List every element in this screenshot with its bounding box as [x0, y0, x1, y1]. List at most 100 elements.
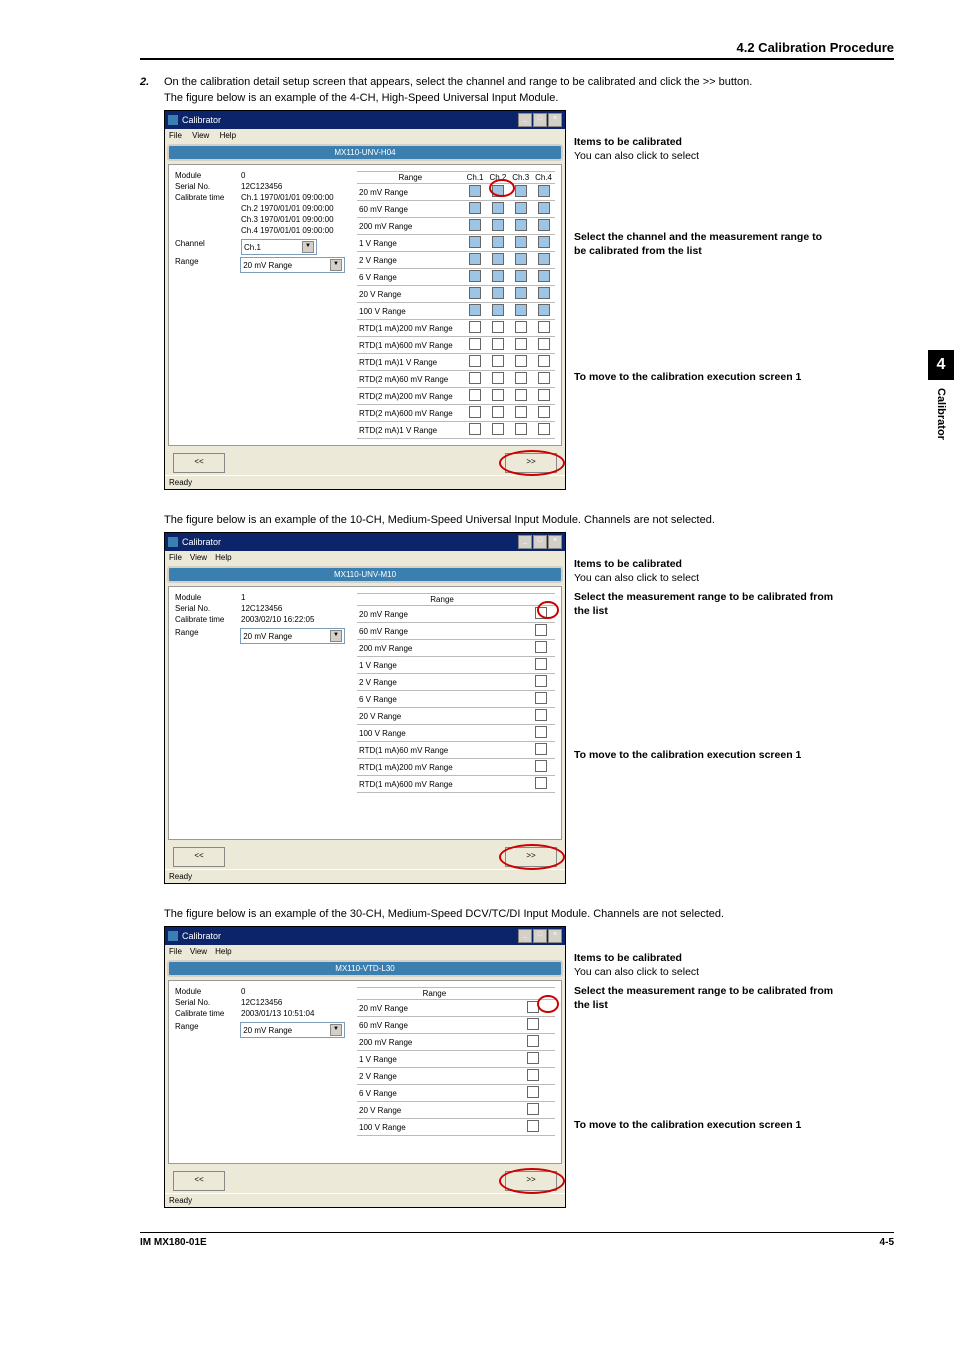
prev-button[interactable]: <<	[173, 453, 225, 473]
range-checkbox[interactable]	[515, 202, 527, 214]
range-checkbox[interactable]	[469, 321, 481, 333]
range-row[interactable]: 20 V Range	[357, 708, 555, 725]
prev-button[interactable]: <<	[173, 847, 225, 867]
range-checkbox[interactable]	[469, 355, 481, 367]
range-row[interactable]: 200 mV Range	[357, 640, 555, 657]
range-checkbox[interactable]	[469, 287, 481, 299]
close-button[interactable]: ×	[548, 113, 562, 127]
range-row[interactable]: 2 V Range	[357, 1068, 555, 1085]
range-row[interactable]: 100 V Range	[357, 1119, 555, 1136]
range-checkbox[interactable]	[535, 658, 547, 670]
range-checkbox[interactable]	[515, 372, 527, 384]
range-checkbox[interactable]	[527, 1120, 539, 1132]
menu-help[interactable]: Help	[220, 131, 236, 140]
range-row[interactable]: 60 mV Range	[357, 623, 555, 640]
range-checkbox[interactable]	[515, 338, 527, 350]
range-row[interactable]: RTD(1 mA)1 V Range	[357, 354, 555, 371]
range-dropdown[interactable]: 20 mV Range▼	[240, 257, 345, 273]
range-checkbox[interactable]	[515, 406, 527, 418]
next-button[interactable]: >>	[505, 1171, 557, 1191]
range-row[interactable]: 6 V Range	[357, 691, 555, 708]
range-checkbox[interactable]	[515, 321, 527, 333]
maximize-button[interactable]: □	[533, 113, 547, 127]
range-checkbox[interactable]	[535, 607, 547, 619]
range-row[interactable]: 20 mV Range	[357, 184, 555, 201]
range-checkbox[interactable]	[492, 321, 504, 333]
range-checkbox[interactable]	[527, 1001, 539, 1013]
range-row[interactable]: 6 V Range	[357, 1085, 555, 1102]
range-checkbox[interactable]	[492, 236, 504, 248]
range-checkbox[interactable]	[535, 760, 547, 772]
range-checkbox[interactable]	[492, 423, 504, 435]
range-row[interactable]: 2 V Range	[357, 674, 555, 691]
range-checkbox[interactable]	[469, 389, 481, 401]
maximize-button[interactable]: □	[533, 535, 547, 549]
range-checkbox[interactable]	[492, 304, 504, 316]
range-row[interactable]: 2 V Range	[357, 252, 555, 269]
range-row[interactable]: 20 mV Range	[357, 606, 555, 623]
range-checkbox[interactable]	[469, 406, 481, 418]
range-row[interactable]: 20 V Range	[357, 286, 555, 303]
close-button[interactable]: ×	[548, 929, 562, 943]
range-row[interactable]: RTD(2 mA)600 mV Range	[357, 405, 555, 422]
range-checkbox[interactable]	[538, 236, 550, 248]
range-checkbox[interactable]	[527, 1018, 539, 1030]
range-checkbox[interactable]	[535, 777, 547, 789]
range-checkbox[interactable]	[469, 338, 481, 350]
range-checkbox[interactable]	[469, 270, 481, 282]
range-row[interactable]: RTD(1 mA)600 mV Range	[357, 776, 555, 793]
range-checkbox[interactable]	[538, 321, 550, 333]
range-checkbox[interactable]	[538, 355, 550, 367]
range-row[interactable]: RTD(1 mA)600 mV Range	[357, 337, 555, 354]
range-checkbox[interactable]	[492, 185, 504, 197]
maximize-button[interactable]: □	[533, 929, 547, 943]
channel-dropdown[interactable]: Ch.1▼	[241, 239, 317, 255]
range-row[interactable]: RTD(2 mA)1 V Range	[357, 422, 555, 439]
range-row[interactable]: 60 mV Range	[357, 1017, 555, 1034]
range-checkbox[interactable]	[469, 185, 481, 197]
range-row[interactable]: RTD(1 mA)200 mV Range	[357, 759, 555, 776]
range-checkbox[interactable]	[538, 372, 550, 384]
range-row[interactable]: 20 V Range	[357, 1102, 555, 1119]
range-checkbox[interactable]	[515, 270, 527, 282]
range-checkbox[interactable]	[538, 270, 550, 282]
range-checkbox[interactable]	[527, 1086, 539, 1098]
range-checkbox[interactable]	[527, 1103, 539, 1115]
range-row[interactable]: 60 mV Range	[357, 201, 555, 218]
range-checkbox[interactable]	[535, 624, 547, 636]
range-checkbox[interactable]	[538, 253, 550, 265]
range-checkbox[interactable]	[515, 253, 527, 265]
range-checkbox[interactable]	[492, 406, 504, 418]
range-checkbox[interactable]	[515, 355, 527, 367]
range-row[interactable]: 100 V Range	[357, 303, 555, 320]
range-checkbox[interactable]	[535, 743, 547, 755]
range-row[interactable]: 200 mV Range	[357, 218, 555, 235]
range-row[interactable]: 200 mV Range	[357, 1034, 555, 1051]
range-checkbox[interactable]	[538, 338, 550, 350]
range-checkbox[interactable]	[469, 219, 481, 231]
range-dropdown[interactable]: 20 mV Range▼	[240, 1022, 345, 1038]
range-checkbox[interactable]	[538, 219, 550, 231]
range-checkbox[interactable]	[515, 389, 527, 401]
range-checkbox[interactable]	[492, 202, 504, 214]
range-row[interactable]: 1 V Range	[357, 657, 555, 674]
range-row[interactable]: RTD(1 mA)60 mV Range	[357, 742, 555, 759]
range-checkbox[interactable]	[535, 641, 547, 653]
range-checkbox[interactable]	[515, 185, 527, 197]
range-checkbox[interactable]	[527, 1035, 539, 1047]
menu-view[interactable]: View	[192, 131, 209, 140]
minimize-button[interactable]: _	[518, 929, 532, 943]
minimize-button[interactable]: _	[518, 113, 532, 127]
range-checkbox[interactable]	[492, 270, 504, 282]
range-row[interactable]: RTD(2 mA)60 mV Range	[357, 371, 555, 388]
range-row[interactable]: RTD(2 mA)200 mV Range	[357, 388, 555, 405]
menu-file[interactable]: File	[169, 131, 182, 140]
range-dropdown[interactable]: 20 mV Range▼	[240, 628, 345, 644]
close-button[interactable]: ×	[548, 535, 562, 549]
range-checkbox[interactable]	[469, 423, 481, 435]
range-checkbox[interactable]	[469, 304, 481, 316]
range-checkbox[interactable]	[492, 372, 504, 384]
range-checkbox[interactable]	[535, 692, 547, 704]
next-button[interactable]: >>	[505, 847, 557, 867]
range-checkbox[interactable]	[515, 236, 527, 248]
